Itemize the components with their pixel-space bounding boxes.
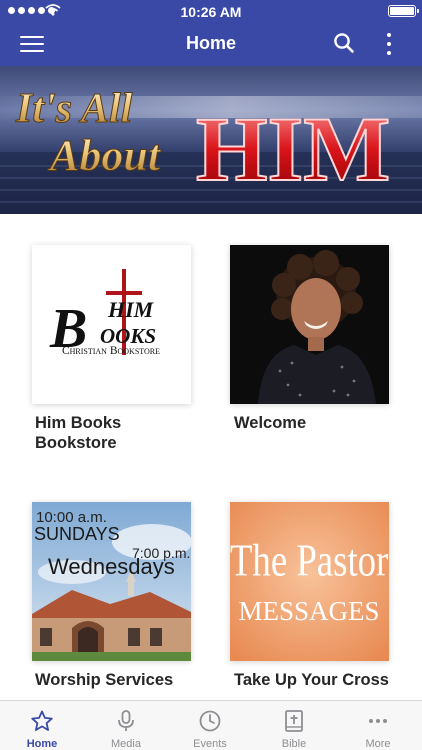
church-wall [32, 618, 191, 654]
search-icon[interactable] [333, 32, 355, 54]
tab-label: Media [111, 738, 141, 750]
grid-item-label[interactable]: Worship Services [35, 670, 215, 690]
status-bar: 10:26 AM [0, 0, 422, 22]
hero-banner[interactable]: It's All About HIM [0, 66, 422, 214]
tab-label: More [365, 738, 391, 750]
logo-top-word: HIM [107, 297, 155, 322]
church-building: 10:00 a.m. SUNDAYS 7:00 p.m. Wednesdays [32, 502, 191, 661]
pastor-messages-art: The Pastor MESSAGES [230, 502, 389, 661]
banner-line3: HIM [196, 98, 390, 200]
logo-bottom-text: Christian Bookstore [62, 345, 160, 357]
more-dots-icon [369, 719, 387, 723]
worship-tile-image[interactable]: 10:00 a.m. SUNDAYS 7:00 p.m. Wednesdays [32, 502, 191, 661]
banner-line2: About [47, 131, 162, 180]
banner-graphic: It's All About HIM [0, 86, 422, 214]
tab-label: Bible [281, 738, 307, 750]
tab-home[interactable]: Home [0, 701, 84, 750]
status-time: 10:26 AM [180, 4, 242, 20]
battery-icon [388, 5, 419, 17]
tab-events[interactable]: Events [168, 701, 252, 750]
pastor-portrait [230, 245, 389, 404]
page-title: Home [185, 33, 236, 53]
tab-bible[interactable]: Bible [252, 701, 336, 750]
pastor-messages-tile-image[interactable]: The Pastor MESSAGES [230, 502, 389, 661]
himbooks-tile-image[interactable]: B HIM OOKS Christian Bookstore [32, 245, 191, 404]
clock-icon [199, 710, 221, 732]
worship-day-1: SUNDAYS [34, 524, 120, 544]
grid-item-label[interactable]: Take Up Your Cross [234, 670, 414, 690]
banner-line1: It's All [15, 86, 133, 132]
portrait-face [291, 278, 341, 340]
tab-label: Home [26, 738, 58, 750]
tab-more[interactable]: More [336, 701, 420, 750]
grid-item-label[interactable]: Him Books Bookstore [35, 413, 175, 453]
tab-media[interactable]: Media [84, 701, 168, 750]
bible-icon [285, 710, 303, 732]
star-icon [31, 710, 53, 731]
bottom-tab-bar: Home Media Events Bible More [0, 700, 422, 750]
grid-item-label[interactable]: Welcome [234, 413, 384, 433]
church-steeple [128, 580, 134, 596]
more-options-icon[interactable] [384, 32, 394, 56]
welcome-tile-image[interactable] [230, 245, 389, 404]
pastor-subtitle: MESSAGES [238, 596, 379, 626]
app-bar: Home [0, 22, 422, 66]
worship-day-2: Wednesdays [48, 554, 175, 579]
himbooks-logo: B HIM OOKS Christian Bookstore [49, 269, 160, 360]
tab-label: Events [193, 738, 227, 750]
cross-horizontal [106, 291, 142, 295]
microphone-icon [118, 710, 134, 731]
pastor-title: The Pastor [230, 536, 388, 587]
top-bar: 10:26 AM Home [0, 0, 422, 66]
